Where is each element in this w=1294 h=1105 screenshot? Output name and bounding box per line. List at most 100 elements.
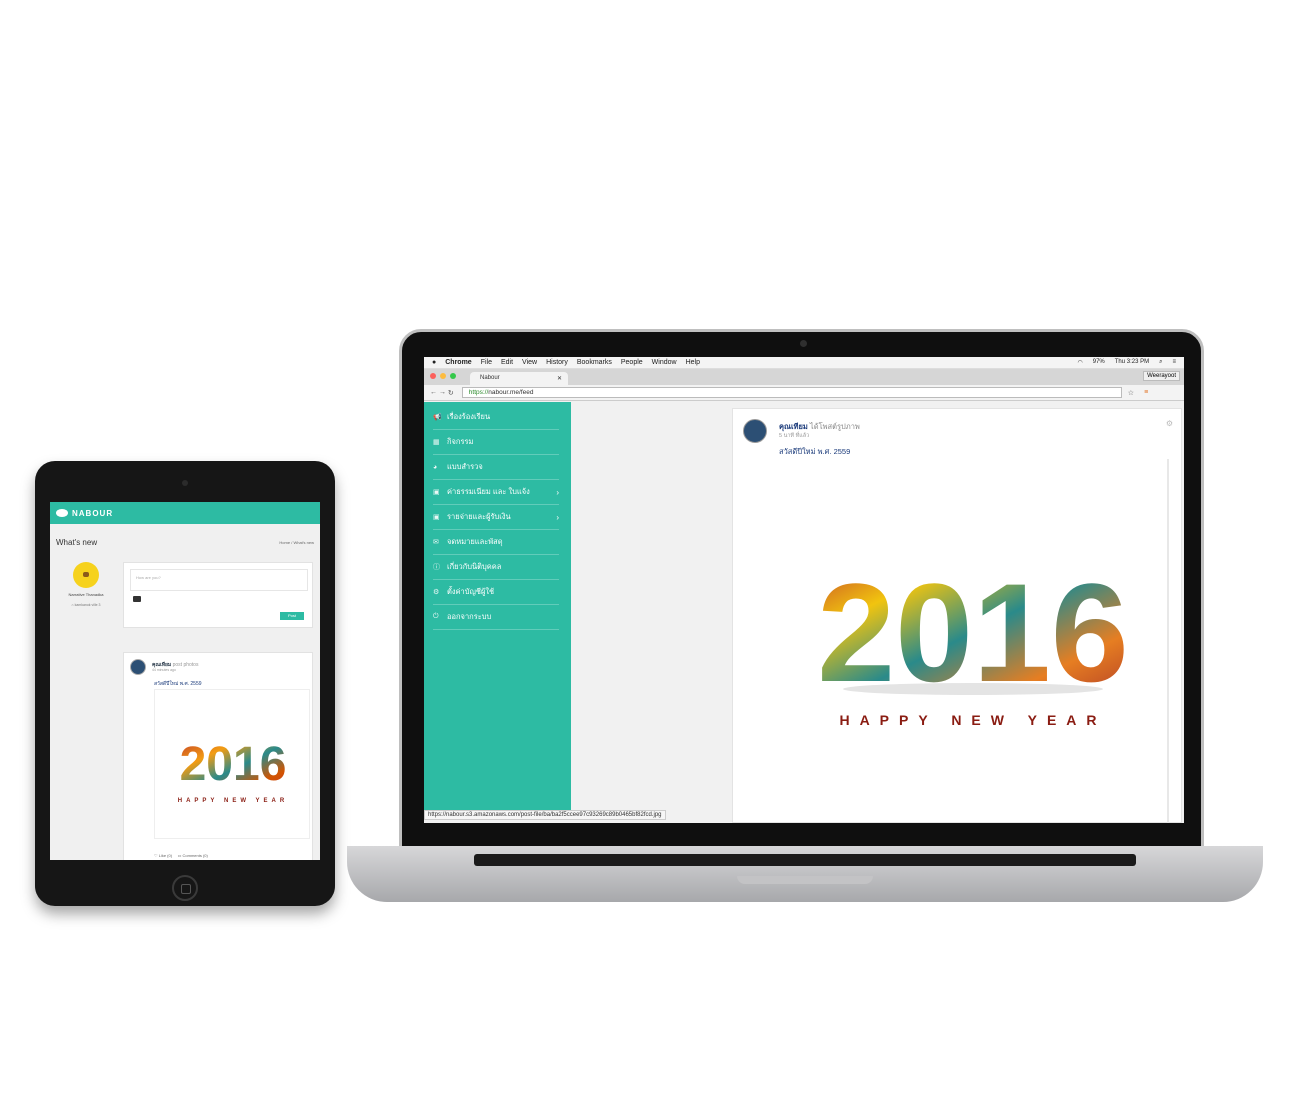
sidebar-item-label: จดหมายและพัสดุ [447, 537, 503, 546]
address-bar[interactable]: https://nabour.me/feed [461, 387, 1122, 398]
status-input[interactable]: How are you? [130, 569, 308, 591]
power-icon: ⏻ [433, 613, 439, 620]
mac-menubar: ● Chrome File Edit View History Bookmark… [424, 357, 1184, 369]
artwork-year: 2016 [180, 738, 287, 791]
list-icon[interactable]: ≡ [1172, 359, 1176, 366]
like-link[interactable]: Like (0) [159, 853, 172, 858]
menu-item-history[interactable]: History [546, 359, 568, 366]
laptop-notch [737, 876, 873, 884]
post-action: post photos [172, 662, 199, 668]
laptop-keyboard [474, 854, 1136, 866]
tab-title: Nabour [480, 375, 500, 381]
browser-tab[interactable]: Nabour ✕ [470, 372, 568, 385]
tablet-screen: NABOUR What's new Home / What's new Narr… [50, 502, 320, 860]
post-image[interactable]: 2016 HAPPY NEW YEAR [733, 459, 1169, 823]
wifi-icon[interactable]: ◠ [1077, 359, 1082, 366]
battery-level[interactable]: 97% [1093, 359, 1105, 366]
menu-item-people[interactable]: People [621, 359, 643, 366]
artwork-tagline: HAPPY NEW YEAR [839, 712, 1106, 728]
money-icon: ▣ [433, 514, 440, 521]
url-path: nabour.me/feed [488, 389, 534, 396]
bookmark-star-icon[interactable]: ☆ [1128, 389, 1134, 397]
sidebar-item-label: ค่าธรรมเนียม และ ใบแจ้ง [447, 487, 530, 496]
clock[interactable]: Thu 3:23 PM [1115, 359, 1149, 366]
menu-item-edit[interactable]: Edit [501, 359, 513, 366]
sidebar-item-3[interactable]: ▣ ค่าธรรมเนียม และ ใบแจ้ง › [433, 480, 559, 505]
pie-chart-icon: ◕ [433, 463, 438, 471]
laptop-screen: ● Chrome File Edit View History Bookmark… [424, 357, 1184, 823]
sidebar-item-label: ออกจากระบบ [447, 612, 492, 621]
forward-icon[interactable]: → [439, 389, 446, 396]
post-actions: ♡ Like (0) ▭ Comments (0) [154, 853, 208, 858]
breadcrumb-home[interactable]: Home [279, 540, 290, 545]
browser-profile-button[interactable]: Weerayoot [1143, 371, 1180, 381]
new-year-artwork: 2016 HAPPY NEW YEAR [178, 738, 287, 804]
sidebar-item-6[interactable]: ⓘ เกี่ยวกับนิติบุคคล [433, 555, 559, 580]
tablet-navbar: NABOUR [50, 502, 320, 524]
sidebar-item-0[interactable]: 📢 เรื่องร้องเรียน [433, 405, 559, 430]
page-title: What's new [56, 538, 98, 547]
gear-icon[interactable]: ⚙ [1166, 419, 1173, 428]
apple-icon[interactable]: ● [432, 359, 436, 366]
comments-link[interactable]: Comments (0) [183, 853, 208, 858]
megaphone-icon: 📢 [433, 414, 442, 421]
post-composer: How are you? Post [123, 562, 313, 628]
camera-icon[interactable] [133, 596, 141, 602]
sidebar-item-1[interactable]: ▦ กิจกรรม [433, 430, 559, 455]
artwork-year: 2016 [817, 554, 1128, 711]
info-icon: ⓘ [433, 564, 440, 571]
menu-item-view[interactable]: View [522, 359, 537, 366]
post-button[interactable]: Post [280, 612, 304, 620]
sidebar-menu: 📢 เรื่องร้องเรียน ▦ กิจกรรม ◕ แบบสำรวจ ▣ ค่าธรร… [424, 402, 571, 820]
search-icon[interactable]: ⌕ [1159, 359, 1162, 366]
profile-name[interactable]: Narrative Thanadka [56, 592, 116, 597]
laptop-camera [800, 340, 807, 347]
post-image[interactable]: 2016 HAPPY NEW YEAR [154, 689, 310, 839]
money-icon: ▣ [433, 489, 440, 496]
minimize-window-button[interactable] [440, 373, 446, 379]
breadcrumb-current: What's new [293, 540, 314, 545]
avatar[interactable] [73, 562, 99, 588]
tab-close-icon[interactable]: ✕ [557, 375, 562, 382]
menu-item-window[interactable]: Window [652, 359, 677, 366]
profile-location: ⌂ kamkanok ville 3 [56, 603, 116, 607]
menu-item-help[interactable]: Help [686, 359, 700, 366]
menu-item-file[interactable]: File [481, 359, 492, 366]
sidebar-item-8[interactable]: ⏻ ออกจากระบบ [433, 605, 559, 630]
post-avatar[interactable] [743, 419, 767, 443]
menu-item-bookmarks[interactable]: Bookmarks [577, 359, 612, 366]
post-avatar[interactable] [130, 659, 146, 675]
author-name[interactable]: คุณเทียม [779, 422, 808, 431]
brand-name[interactable]: NABOUR [72, 509, 113, 518]
post-action: ได้โพสต์รูปภาพ [809, 422, 860, 431]
sidebar-item-7[interactable]: ⚙ ตั้งค่าบัญชีผู้ใช้ [433, 580, 559, 605]
menubar-status: ◠ 97% Thu 3:23 PM ⌕ ≡ [1077, 359, 1176, 366]
feed-post: คุณเทียม ได้โพสต์รูปภาพ 5 นาที ที่แล้ว ⚙… [732, 408, 1182, 823]
browser-tab-strip: Nabour ✕ Weerayoot [424, 369, 1184, 385]
page-header: What's new Home / What's new [50, 524, 320, 553]
envelope-icon: ✉ [433, 539, 439, 546]
close-window-button[interactable] [430, 373, 436, 379]
calendar-icon: ▦ [433, 439, 440, 446]
sidebar-item-2[interactable]: ◕ แบบสำรวจ [433, 455, 559, 480]
status-bar-url: https://nabour.s3.amazonaws.com/post-fil… [424, 810, 666, 820]
reload-icon[interactable]: ↻ [448, 389, 454, 397]
post-time: 5 นาที ที่แล้ว [779, 433, 810, 439]
sidebar-item-label: เรื่องร้องเรียน [447, 412, 491, 421]
feed-post: คุณเทียม post photos 44 minutes ago สวัส… [123, 652, 313, 860]
post-text: สวัสดีปีใหม่ พ.ศ. 2559 [154, 681, 202, 687]
tablet-home-button [172, 875, 198, 901]
post-text: สวัสดีปีใหม่ พ.ศ. 2559 [779, 447, 851, 456]
back-icon[interactable]: ← [430, 389, 437, 396]
sidebar-item-label: แบบสำรวจ [447, 462, 483, 471]
menu-item-chrome[interactable]: Chrome [445, 359, 471, 366]
chevron-right-icon: › [556, 512, 559, 522]
chrome-menu-icon[interactable]: ≡ [1144, 389, 1148, 396]
chevron-right-icon: › [556, 487, 559, 497]
sidebar-item-5[interactable]: ✉ จดหมายและพัสดุ [433, 530, 559, 555]
breadcrumb: Home / What's new [279, 540, 314, 545]
sidebar-item-4[interactable]: ▣ รายจ่ายและผู้รับเงิน › [433, 505, 559, 530]
sidebar-item-label: เกี่ยวกับนิติบุคคล [447, 562, 502, 571]
zoom-window-button[interactable] [450, 373, 456, 379]
sidebar-item-label: รายจ่ายและผู้รับเงิน [447, 512, 511, 521]
